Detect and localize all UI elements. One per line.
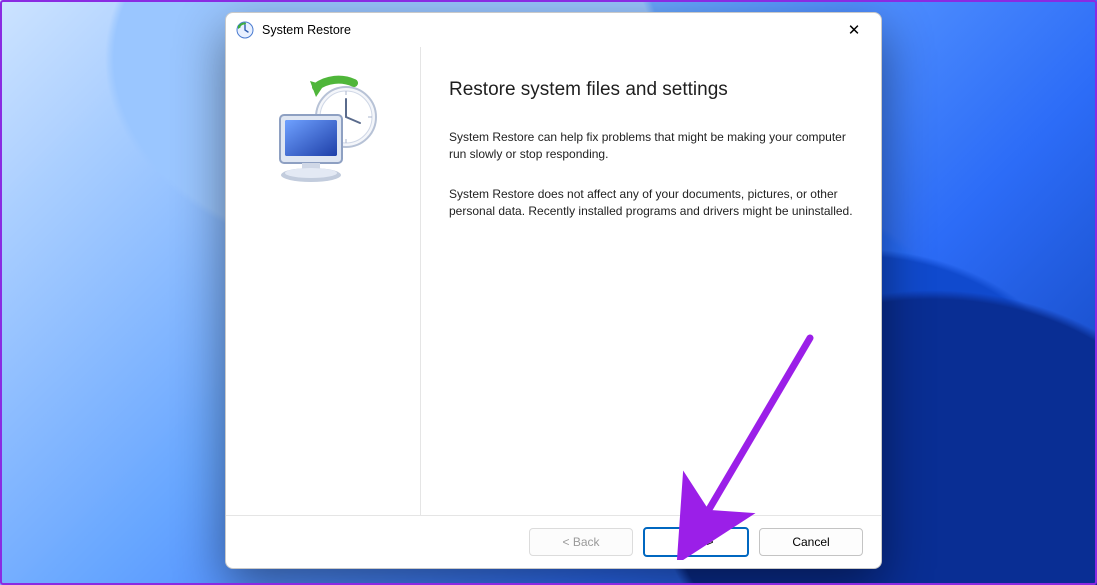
window-title: System Restore bbox=[262, 23, 351, 37]
next-button[interactable]: Next > bbox=[643, 527, 749, 557]
system-restore-icon bbox=[236, 21, 254, 39]
wizard-footer: < Back Next > Cancel bbox=[226, 515, 881, 568]
intro-paragraph-1: System Restore can help fix problems tha… bbox=[449, 129, 855, 164]
dialog-content: Restore system files and settings System… bbox=[226, 47, 881, 515]
wizard-sidebar bbox=[226, 47, 421, 515]
back-button: < Back bbox=[529, 528, 633, 556]
close-icon: ✕ bbox=[848, 23, 861, 38]
cancel-button[interactable]: Cancel bbox=[759, 528, 863, 556]
page-heading: Restore system files and settings bbox=[449, 79, 855, 101]
restore-illustration-icon bbox=[258, 75, 388, 515]
intro-paragraph-2: System Restore does not affect any of yo… bbox=[449, 186, 855, 221]
wizard-main: Restore system files and settings System… bbox=[421, 47, 881, 515]
close-button[interactable]: ✕ bbox=[831, 15, 877, 45]
titlebar: System Restore ✕ bbox=[226, 13, 881, 47]
system-restore-dialog: System Restore ✕ bbox=[225, 12, 882, 569]
